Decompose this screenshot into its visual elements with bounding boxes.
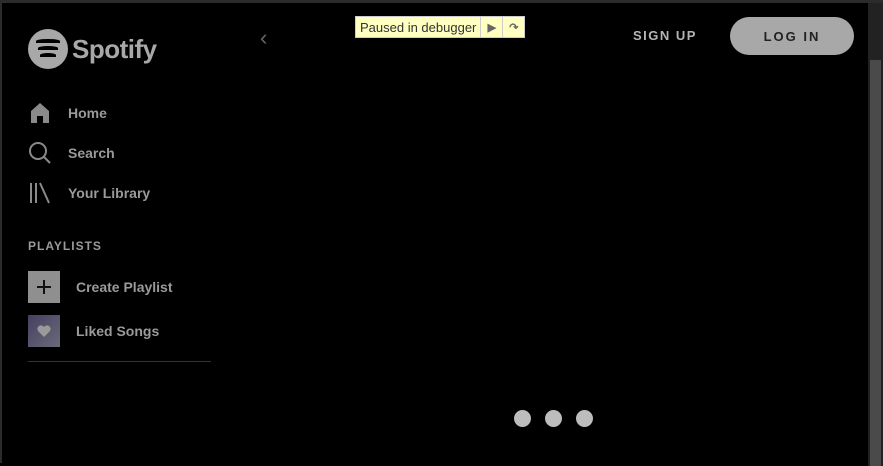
scrollbar-thumb[interactable] (870, 60, 881, 466)
liked-songs-label: Liked Songs (76, 323, 160, 339)
back-chevron-icon[interactable]: ‹ (260, 25, 267, 51)
search-icon (29, 142, 51, 164)
create-playlist-button[interactable]: Create Playlist (28, 271, 173, 303)
step-over-icon[interactable]: ↷ (502, 17, 524, 37)
sidebar-divider (28, 361, 211, 362)
login-button[interactable]: LOG IN (730, 17, 854, 55)
scrollbar[interactable] (868, 3, 883, 466)
heart-icon (28, 315, 60, 347)
resume-icon[interactable]: ▶ (480, 17, 502, 37)
nav-home[interactable]: Home (28, 101, 107, 125)
liked-songs-link[interactable]: Liked Songs (28, 315, 159, 347)
loading-dot (545, 410, 562, 427)
nav-home-label: Home (68, 105, 107, 121)
spotify-logo-icon (28, 29, 68, 69)
loading-dot (514, 410, 531, 427)
nav-search-label: Search (68, 145, 115, 161)
plus-icon (28, 271, 60, 303)
nav-search[interactable]: Search (28, 141, 115, 165)
nav-library[interactable]: Your Library (28, 181, 150, 205)
debugger-banner: Paused in debugger ▶ ↷ (355, 16, 526, 38)
debugger-label: Paused in debugger (360, 19, 477, 35)
playlists-heading: PLAYLISTS (28, 239, 102, 253)
loading-dot (576, 410, 593, 427)
create-playlist-label: Create Playlist (76, 279, 173, 295)
spotify-logo[interactable]: Spotify (28, 29, 157, 69)
brand-name: Spotify (72, 33, 157, 64)
loading-indicator (514, 410, 593, 427)
signup-button[interactable]: SIGN UP (633, 28, 697, 43)
nav-library-label: Your Library (68, 185, 151, 201)
library-icon (30, 182, 50, 204)
home-icon (31, 103, 49, 123)
